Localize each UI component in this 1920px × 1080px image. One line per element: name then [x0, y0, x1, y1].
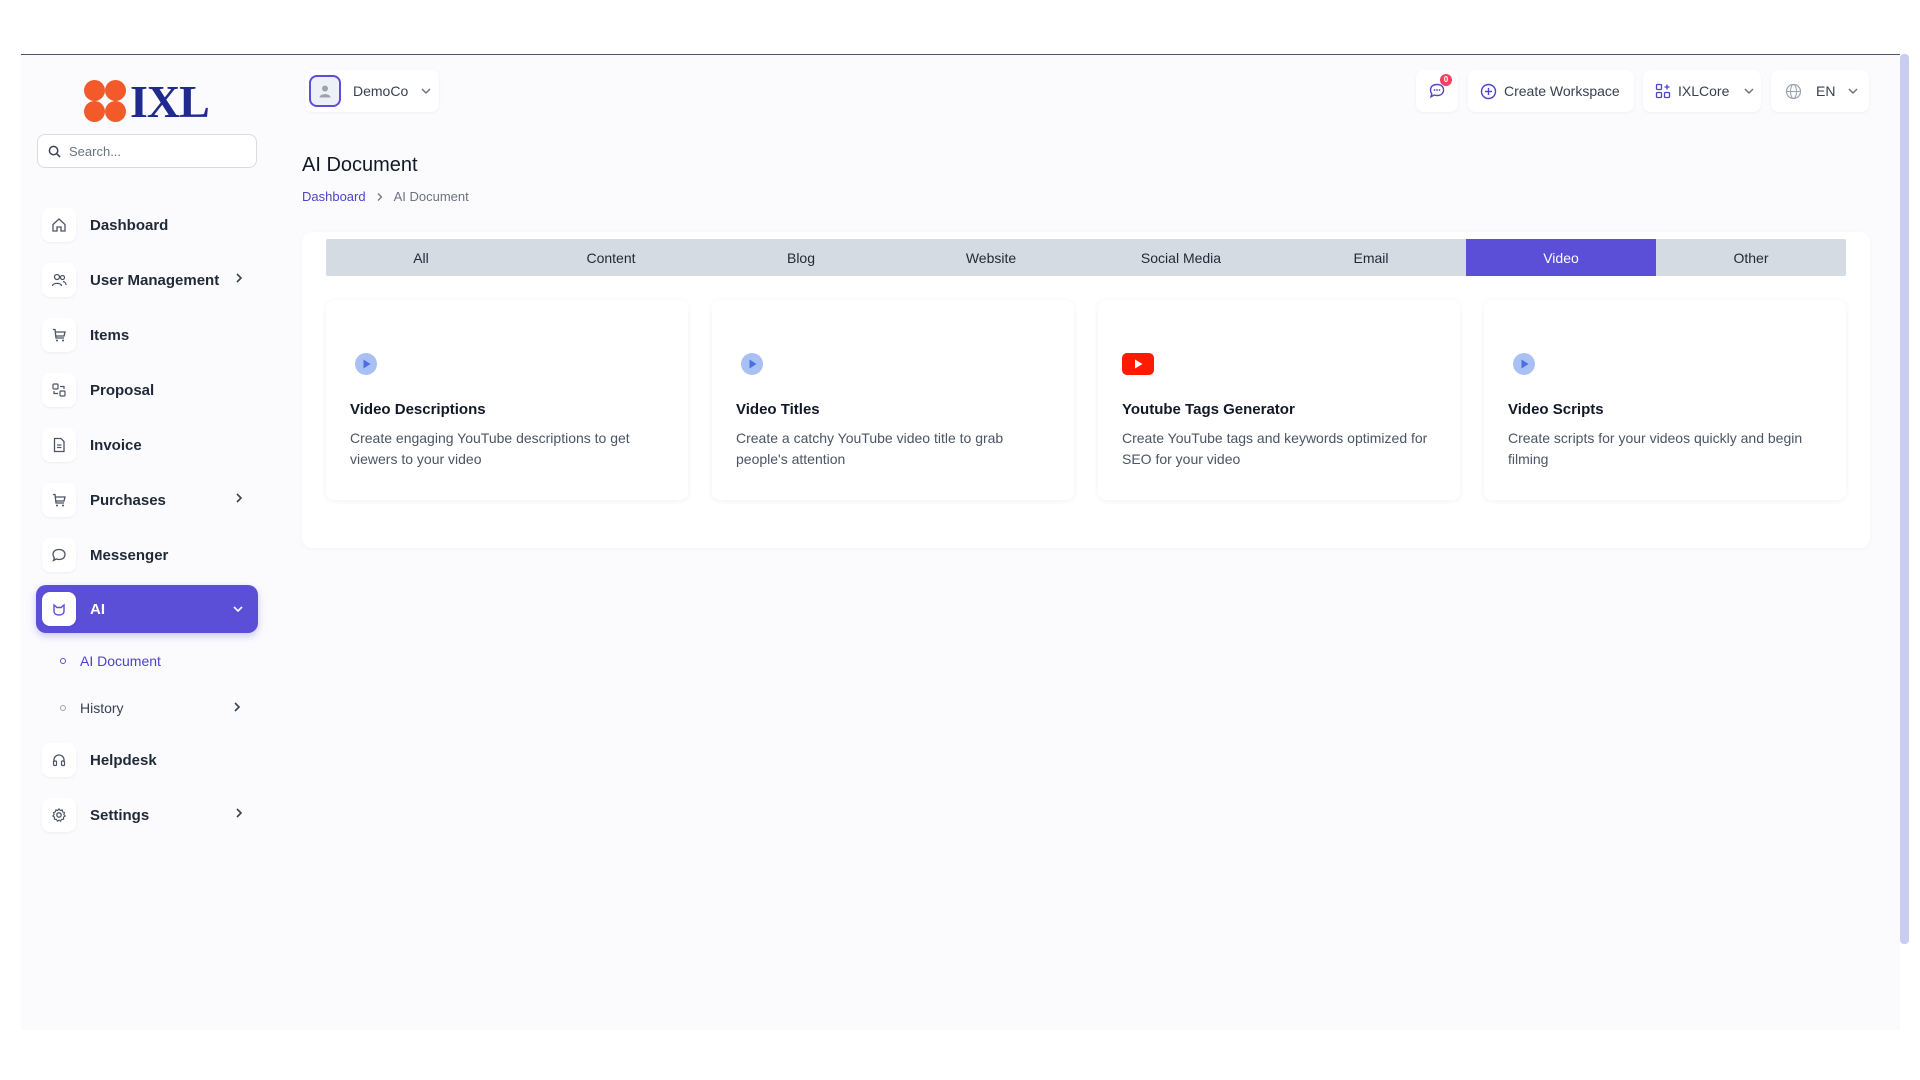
tab-email[interactable]: Email	[1276, 239, 1466, 276]
chevron-right-icon	[236, 273, 243, 283]
avatar	[309, 75, 341, 107]
card-description: Create scripts for your videos quickly a…	[1508, 430, 1803, 467]
headset-icon	[42, 743, 76, 777]
breadcrumb: Dashboard AI Document	[302, 189, 469, 204]
company-switcher[interactable]: DemoCo	[305, 70, 439, 112]
tab-video[interactable]: Video	[1466, 239, 1656, 276]
sidebar-subitem-label: History	[80, 700, 124, 716]
globe-icon	[1785, 83, 1802, 99]
sidebar-item-label: Dashboard	[90, 216, 169, 234]
bullet-icon	[60, 705, 66, 711]
chat-icon	[42, 538, 76, 572]
sidebar-item-label: Settings	[90, 806, 150, 824]
gear-icon	[42, 798, 76, 832]
sidebar-item-label: Messenger	[90, 546, 169, 564]
sidebar-item-settings[interactable]: Settings	[36, 791, 258, 839]
invoice-icon	[42, 428, 76, 462]
workspace-name: IXLCore	[1678, 83, 1730, 99]
logo-flower-icon	[84, 80, 128, 124]
page-scrollbar[interactable]	[1900, 54, 1909, 944]
bullet-icon	[60, 658, 66, 664]
play-circle-icon	[355, 353, 377, 375]
chevron-down-icon	[1848, 88, 1858, 95]
tab-content[interactable]: Content	[516, 239, 706, 276]
cart-icon	[42, 318, 76, 352]
create-workspace-label: Create Workspace	[1504, 83, 1620, 99]
company-name: DemoCo	[353, 83, 409, 99]
breadcrumb-current: AI Document	[393, 189, 469, 204]
sidebar-item-label: Proposal	[90, 381, 155, 399]
sidebar-item-items[interactable]: Items	[36, 311, 258, 359]
sidebar-item-user-management[interactable]: User Management	[36, 256, 258, 304]
play-circle-icon	[1513, 353, 1535, 375]
sidebar-item-ai[interactable]: AI	[36, 585, 258, 633]
create-workspace-button[interactable]: Create Workspace	[1468, 70, 1634, 112]
sidebar-item-helpdesk[interactable]: Helpdesk	[36, 736, 258, 784]
chevron-right-icon	[377, 192, 383, 201]
notification-badge: 0	[1440, 74, 1452, 86]
user-icon	[319, 85, 331, 98]
sidebar-item-label: Items	[90, 326, 130, 344]
tab-other[interactable]: Other	[1656, 239, 1846, 276]
category-tabs: All Content Blog Website Social Media Em…	[326, 239, 1846, 276]
card-title: Video Scripts	[1508, 401, 1604, 418]
chevron-down-icon	[233, 606, 243, 613]
search-input[interactable]	[69, 143, 239, 159]
sidebar-item-dashboard[interactable]: Dashboard	[36, 201, 258, 249]
proposal-icon	[42, 373, 76, 407]
template-card-video-descriptions[interactable]: Video Descriptions Create engaging YouTu…	[326, 300, 688, 500]
sidebar-item-label: User Management	[90, 271, 220, 289]
brand-name: IXL	[130, 76, 210, 127]
template-card-video-scripts[interactable]: Video Scripts Create scripts for your vi…	[1484, 300, 1846, 500]
tab-all[interactable]: All	[326, 239, 516, 276]
page-title: AI Document	[302, 154, 418, 176]
play-circle-icon	[741, 353, 763, 375]
card-description: Create YouTube tags and keywords optimiz…	[1122, 430, 1428, 467]
template-card-video-titles[interactable]: Video Titles Create a catchy YouTube vid…	[712, 300, 1074, 500]
ai-icon	[42, 592, 76, 626]
chevron-down-icon	[1744, 88, 1754, 95]
sidebar-subitem-history[interactable]: History	[60, 696, 241, 720]
tab-social-media[interactable]: Social Media	[1086, 239, 1276, 276]
sidebar-item-messenger[interactable]: Messenger	[36, 531, 258, 579]
language-selector[interactable]: EN	[1771, 70, 1869, 112]
apps-icon	[1655, 83, 1671, 99]
card-title: Video Titles	[736, 401, 820, 418]
cart-icon	[42, 483, 76, 517]
sidebar-item-label: Purchases	[90, 491, 166, 509]
card-title: Youtube Tags Generator	[1122, 401, 1295, 418]
chevron-right-icon	[236, 808, 243, 818]
sidebar-subitem-ai-document[interactable]: AI Document	[60, 649, 161, 673]
sidebar-subitem-label: AI Document	[80, 653, 161, 669]
chevron-right-icon	[234, 702, 241, 712]
template-card-youtube-tags-generator[interactable]: Youtube Tags Generator Create YouTube ta…	[1098, 300, 1460, 500]
tab-blog[interactable]: Blog	[706, 239, 896, 276]
sidebar-item-proposal[interactable]: Proposal	[36, 366, 258, 414]
workspace-switcher[interactable]: IXLCore	[1643, 70, 1761, 112]
chevron-down-icon	[421, 88, 431, 95]
sidebar-search[interactable]	[37, 134, 257, 168]
notifications-button[interactable]: 0	[1416, 70, 1458, 112]
card-description: Create a catchy YouTube video title to g…	[736, 430, 1004, 467]
users-icon	[42, 263, 76, 297]
card-title: Video Descriptions	[350, 401, 486, 418]
chevron-right-icon	[236, 493, 243, 503]
plus-circle-icon	[1480, 83, 1497, 99]
home-icon	[42, 208, 76, 242]
brand-logo[interactable]: IXL	[84, 76, 214, 127]
card-description: Create engaging YouTube descriptions to …	[350, 430, 630, 467]
sidebar-item-label: AI	[90, 600, 105, 618]
sidebar-item-label: Invoice	[90, 436, 142, 454]
sidebar-item-purchases[interactable]: Purchases	[36, 476, 258, 524]
templates-panel: All Content Blog Website Social Media Em…	[302, 232, 1870, 548]
tab-website[interactable]: Website	[896, 239, 1086, 276]
breadcrumb-home-link[interactable]: Dashboard	[302, 189, 366, 204]
search-icon	[48, 145, 61, 158]
sidebar-item-label: Helpdesk	[90, 751, 157, 769]
language-code: EN	[1816, 83, 1836, 99]
sidebar-item-invoice[interactable]: Invoice	[36, 421, 258, 469]
youtube-icon	[1122, 353, 1154, 375]
